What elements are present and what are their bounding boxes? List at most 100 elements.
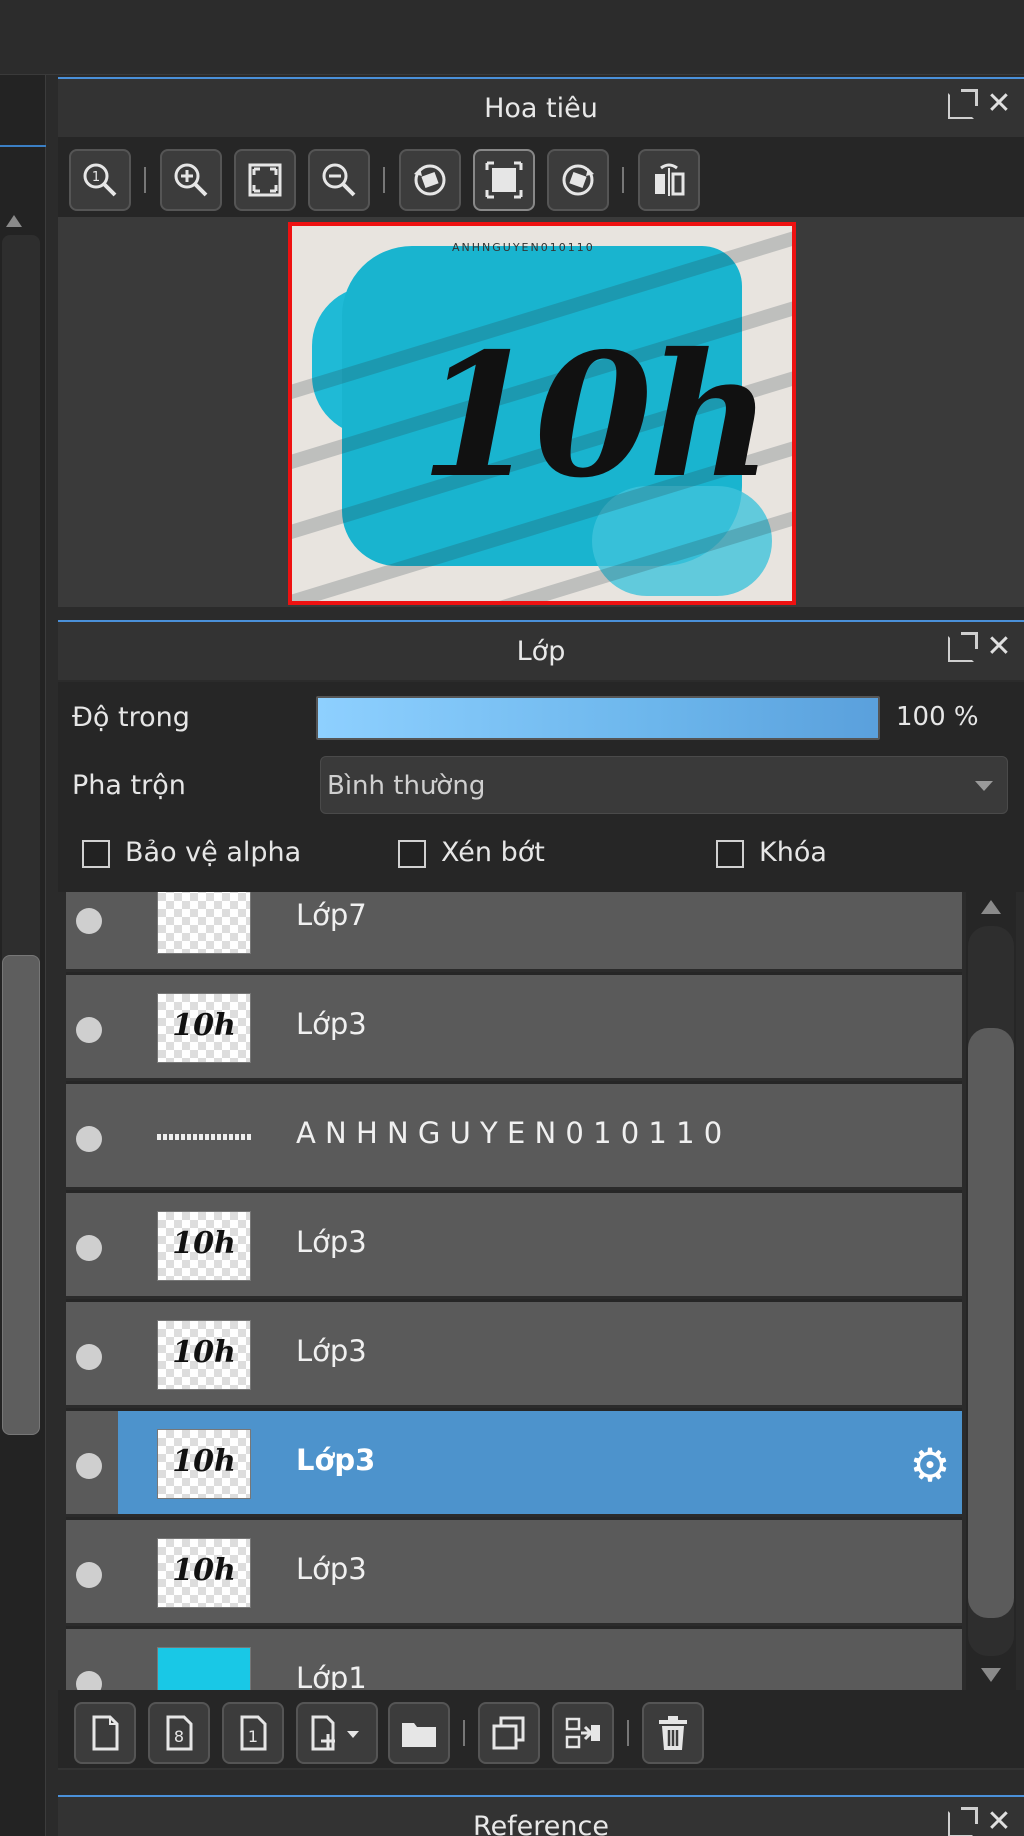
scroll-up-icon[interactable]	[981, 900, 1001, 914]
duplicate-layer-icon	[492, 1716, 525, 1750]
clipping-checkbox[interactable]	[398, 840, 426, 868]
scroll-thumb[interactable]	[968, 1028, 1014, 1618]
layer-properties: Độ trong 100 % Pha trộn Bình thường Bảo …	[58, 682, 1024, 892]
layer-row-selected[interactable]: 10h Lớp3 ⚙	[66, 1411, 962, 1517]
left-panel-strip	[0, 75, 46, 1836]
layer-name: Lớp1	[296, 1661, 367, 1690]
close-icon[interactable]: ✕	[984, 1807, 1014, 1836]
merge-down-button[interactable]	[552, 1702, 614, 1764]
layer-thumbnail: 10h	[157, 1538, 251, 1608]
opacity-value: 100 %	[896, 702, 979, 732]
svg-text:1: 1	[92, 170, 100, 185]
visibility-toggle[interactable]	[76, 1562, 102, 1588]
layer-thumbnail	[157, 1647, 251, 1690]
lock-label: Khóa	[759, 837, 827, 868]
reset-view-button[interactable]	[473, 149, 535, 211]
toolbar-separator	[144, 167, 146, 193]
visibility-toggle[interactable]	[76, 908, 102, 934]
opacity-slider[interactable]	[316, 696, 880, 740]
layer-row[interactable]: 10h Lớp3	[66, 1193, 962, 1299]
zoom-in-button[interactable]	[160, 149, 222, 211]
text-thumbnail-line	[157, 1134, 251, 1140]
layer-list-scrollbar[interactable]	[966, 892, 1016, 1690]
float-panel-icon[interactable]	[948, 1807, 978, 1836]
navigator-toolbar: 1	[58, 137, 1024, 217]
scroll-up-icon[interactable]	[6, 215, 22, 227]
visibility-toggle[interactable]	[76, 1453, 102, 1479]
thumbnail-text: 10h	[172, 1226, 236, 1261]
new-8bit-layer-icon: 8	[166, 1715, 193, 1751]
zoom-out-button[interactable]	[308, 149, 370, 211]
toolbar-separator	[463, 1720, 465, 1746]
duplicate-layer-button[interactable]	[478, 1702, 540, 1764]
delete-layer-button[interactable]	[642, 1702, 704, 1764]
visibility-toggle[interactable]	[76, 1671, 102, 1690]
top-bar	[0, 0, 1024, 75]
new-1bit-layer-button[interactable]: 1	[222, 1702, 284, 1764]
layer-row[interactable]: Lớp7	[66, 892, 962, 972]
canvas-preview[interactable]: ANHNGUYEN010110 10h	[288, 222, 796, 605]
new-folder-button[interactable]	[388, 1702, 450, 1764]
layer-name: Lớp3	[296, 1552, 367, 1586]
layer-row[interactable]: 10h Lớp3	[66, 1520, 962, 1626]
merge-down-icon	[565, 1717, 600, 1749]
preview-small-text: ANHNGUYEN010110	[452, 241, 595, 254]
float-panel-icon[interactable]	[948, 89, 978, 119]
reference-title: Reference	[473, 1811, 609, 1836]
navigator-view[interactable]: ANHNGUYEN010110 10h	[58, 217, 1024, 607]
visibility-toggle[interactable]	[76, 1017, 102, 1043]
layer-toolbar: 8 1	[58, 1690, 1024, 1770]
toolbar-separator	[627, 1720, 629, 1746]
svg-text:8: 8	[174, 1727, 184, 1746]
visibility-toggle[interactable]	[76, 1235, 102, 1261]
preview-big-text: 10h	[420, 316, 772, 516]
layer-name: Lớp3	[296, 1443, 376, 1477]
close-icon[interactable]: ✕	[984, 89, 1014, 119]
rotate-left-button[interactable]	[399, 149, 461, 211]
lock-checkbox[interactable]	[716, 840, 744, 868]
layer-thumbnail	[157, 892, 251, 954]
float-panel-icon[interactable]	[948, 632, 978, 662]
layer-list[interactable]: Lớp7 10h Lớp3 A N H N G U Y E N 0 1 0 1 …	[66, 892, 962, 1690]
add-layer-dropdown-button[interactable]	[296, 1702, 378, 1764]
zoom-actual-button[interactable]: 1	[69, 149, 131, 211]
rotate-right-button[interactable]	[547, 149, 609, 211]
clipping-label: Xén bớt	[441, 837, 545, 868]
protect-alpha-checkbox[interactable]	[82, 840, 110, 868]
layer-row[interactable]: 10h Lớp3	[66, 1302, 962, 1408]
layer-row[interactable]: A N H N G U Y E N 0 1 0 1 1 0	[66, 1084, 962, 1190]
layer-name: Lớp7	[296, 898, 367, 932]
zoom-actual-icon: 1	[83, 163, 117, 197]
new-1bit-layer-icon: 1	[240, 1715, 267, 1751]
flip-icon	[655, 163, 685, 196]
thumbnail-text: 10h	[172, 1553, 236, 1588]
layer-name: Lớp3	[296, 1225, 367, 1259]
reset-view-icon	[485, 161, 523, 199]
layer-thumbnail: 10h	[157, 1429, 251, 1499]
opacity-label: Độ trong	[72, 702, 190, 733]
scroll-down-icon[interactable]	[981, 1668, 1001, 1682]
close-icon[interactable]: ✕	[984, 632, 1014, 662]
new-layer-button[interactable]	[74, 1702, 136, 1764]
layer-thumbnail	[157, 1102, 251, 1172]
left-scroll-thumb[interactable]	[2, 955, 40, 1435]
layer-row[interactable]: Lớp1	[66, 1629, 962, 1690]
navigator-header: Hoa tiêu ✕	[58, 77, 1024, 137]
fit-window-button[interactable]	[234, 149, 296, 211]
gear-icon[interactable]: ⚙	[906, 1441, 954, 1489]
blend-mode-value: Bình thường	[327, 771, 486, 801]
visibility-toggle[interactable]	[76, 1126, 102, 1152]
rotate-left-icon	[414, 164, 446, 196]
new-8bit-layer-button[interactable]: 8	[148, 1702, 210, 1764]
add-layer-dropdown-icon	[311, 1715, 359, 1751]
left-panel-edge	[0, 145, 46, 147]
flip-button[interactable]	[638, 149, 700, 211]
toolbar-separator	[383, 167, 385, 193]
zoom-out-icon	[322, 163, 356, 197]
layer-row[interactable]: 10h Lớp3	[66, 975, 962, 1081]
blend-mode-select[interactable]: Bình thường	[320, 756, 1008, 814]
visibility-toggle[interactable]	[76, 1344, 102, 1370]
thumbnail-text: 10h	[172, 1008, 236, 1043]
rotate-right-icon	[562, 164, 594, 196]
chevron-down-icon	[975, 781, 993, 791]
